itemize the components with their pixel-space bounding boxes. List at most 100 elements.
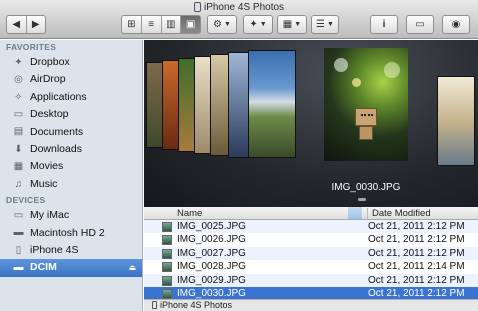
view-mode-control[interactable]: ⊞ ≡ ▥ ▣ <box>121 15 201 34</box>
arrange-grid-icon: ▦ <box>282 19 293 30</box>
bokeh-light <box>334 58 348 72</box>
new-folder-button[interactable]: ▭ <box>406 15 434 34</box>
sidebar-item-label: Downloads <box>30 142 82 155</box>
dropbox-icon: ✦ <box>14 56 23 68</box>
coverflow-view-icon: ▣ <box>185 19 196 30</box>
sidebar-item-macintosh-hd-2[interactable]: ▬ Macintosh HD 2 <box>0 225 142 242</box>
list-view-button[interactable]: ≡ <box>142 16 162 33</box>
table-row[interactable]: IMG_0029.JPG Oct 21, 2011 2:12 PM <box>144 273 478 287</box>
get-info-button[interactable]: i <box>370 15 398 34</box>
file-list: Name Date Modified IMG_0025.JPG Oct 21, 2… <box>144 207 478 311</box>
coverflow-thumbnail[interactable] <box>437 76 475 166</box>
dcim-icon: ▬ <box>13 262 24 274</box>
back-forward-control[interactable]: ◀ ▶ <box>6 15 46 34</box>
chevron-down-icon: ▼ <box>327 21 334 28</box>
sort-indicator[interactable] <box>348 207 362 219</box>
coverflow-scroller[interactable] <box>358 198 366 201</box>
sidebar-item-music[interactable]: ♫ Music <box>0 176 142 193</box>
sidebar-item-label: Music <box>30 177 58 190</box>
table-row[interactable]: IMG_0028.JPG Oct 21, 2011 2:14 PM <box>144 260 478 273</box>
list-view-icon: ≡ <box>148 19 155 30</box>
sidebar-item-dropbox[interactable]: ✦ Dropbox <box>0 54 142 71</box>
icon-view-button[interactable]: ⊞ <box>122 16 142 33</box>
icon-view-icon: ⊞ <box>127 19 136 30</box>
file-rows: IMG_0025.JPG Oct 21, 2011 2:12 PM IMG_0026… <box>144 220 478 301</box>
arrange-menu-button[interactable]: ▦ ▼ <box>277 15 307 34</box>
bokeh-light <box>352 78 361 87</box>
sidebar: FAVORITES ✦ Dropbox ◎ AirDrop ✧ Applications ▭… <box>0 40 143 311</box>
chevron-left-icon: ◀ <box>12 19 21 30</box>
sidebar-item-documents[interactable]: ▤ Documents <box>0 124 142 141</box>
dropbox-menu-button[interactable]: ✦ ▼ <box>243 15 273 34</box>
sidebar-item-airdrop[interactable]: ◎ AirDrop <box>0 71 142 88</box>
movies-icon: ▦ <box>13 161 24 173</box>
sidebar-item-label: Documents <box>30 125 84 138</box>
info-icon: i <box>382 19 386 30</box>
sidebar-item-downloads[interactable]: ⬇ Downloads <box>0 141 142 158</box>
music-icon: ♫ <box>14 178 23 190</box>
window-title: iPhone 4S Photos <box>0 1 478 14</box>
coverflow-thumbnail[interactable] <box>248 50 296 158</box>
file-date-modified: Oct 21, 2011 2:12 PM <box>368 247 465 259</box>
date-modified-column-header[interactable]: Date Modified <box>367 208 431 220</box>
chevron-down-icon: ▼ <box>224 21 231 28</box>
file-date-modified: Oct 21, 2011 2:12 PM <box>368 221 465 232</box>
file-date-modified: Oct 21, 2011 2:14 PM <box>368 261 465 273</box>
name-column-header[interactable]: Name <box>177 208 202 219</box>
action-menu-button[interactable]: ⚙ ▼ <box>207 15 237 34</box>
sidebar-item-label: iPhone 4S <box>30 243 79 256</box>
file-name: IMG_0026.JPG <box>177 234 246 246</box>
sidebar-item-label: Movies <box>30 160 64 173</box>
file-date-modified: Oct 21, 2011 2:12 PM <box>368 234 465 246</box>
sidebar-item-desktop[interactable]: ▭ Desktop <box>0 106 142 123</box>
sidebar-item-dcim[interactable]: ▬ DCIM ⏏ <box>0 259 142 277</box>
file-name: IMG_0027.JPG <box>177 247 246 259</box>
coverflow-view-button[interactable]: ▣ <box>181 16 200 33</box>
chevron-right-icon: ▶ <box>31 19 40 30</box>
iphone-icon <box>193 2 201 12</box>
sidebar-item-iphone-4s[interactable]: ▯ iPhone 4S <box>0 242 142 259</box>
chevron-down-icon: ▼ <box>294 21 302 28</box>
sidebar-item-label: Desktop <box>30 108 69 121</box>
path-bar-label[interactable]: iPhone 4S Photos <box>160 300 232 310</box>
danbo-body <box>359 126 373 140</box>
jpeg-file-icon <box>162 262 172 273</box>
share-list-icon: ☰ <box>316 19 326 30</box>
list-header: Name Date Modified <box>144 207 478 220</box>
jpeg-file-icon <box>162 275 172 286</box>
devices-list: ▭ My iMac ▬ Macintosh HD 2 ▯ iPhone 4S ▬ DCIM ⏏ <box>0 207 142 277</box>
devices-heading: DEVICES <box>6 195 46 206</box>
favorites-list: ✦ Dropbox ◎ AirDrop ✧ Applications ▭ Desktop ▤ Do… <box>0 54 142 193</box>
sidebar-item-label: My iMac <box>30 209 70 222</box>
table-row[interactable]: IMG_0026.JPG Oct 21, 2011 2:12 PM <box>144 233 478 246</box>
airdrop-icon: ◎ <box>14 74 23 86</box>
eject-icon[interactable]: ⏏ <box>128 259 136 276</box>
jpeg-file-icon <box>162 222 172 232</box>
table-row[interactable]: IMG_0025.JPG Oct 21, 2011 2:12 PM <box>144 220 478 234</box>
coverflow-pane[interactable]: IMG_0030.JPG <box>144 40 478 207</box>
window-titlebar: iPhone 4S Photos ◀ ▶ ⊞ ≡ ▥ ▣ ⚙ ▼ ✦ ▼ ▦ ▼ ☰ ▼… <box>0 0 478 39</box>
my-imac-icon: ▭ <box>13 209 24 221</box>
share-menu-button[interactable]: ☰ ▼ <box>311 15 339 34</box>
new-folder-icon: ▭ <box>415 19 425 30</box>
macintosh-hd-2-icon: ▬ <box>13 227 24 239</box>
coverflow-selected-image[interactable] <box>324 48 408 161</box>
gear-icon: ⚙ <box>213 19 223 30</box>
sidebar-item-my-imac[interactable]: ▭ My iMac <box>0 207 142 224</box>
forward-button[interactable]: ▶ <box>27 16 46 33</box>
sidebar-item-label: Dropbox <box>30 56 70 68</box>
favorites-heading: FAVORITES <box>6 42 57 52</box>
table-row[interactable]: IMG_0027.JPG Oct 21, 2011 2:12 PM <box>144 246 478 261</box>
sidebar-item-applications[interactable]: ✧ Applications <box>0 89 142 106</box>
sidebar-item-label: DCIM <box>30 261 57 274</box>
iphone-icon <box>152 301 157 309</box>
bokeh-light <box>384 62 400 78</box>
back-button[interactable]: ◀ <box>7 16 27 33</box>
column-view-button[interactable]: ▥ <box>162 16 182 33</box>
jpeg-file-icon <box>162 288 172 299</box>
file-name: IMG_0029.JPG <box>177 274 246 286</box>
jpeg-file-icon <box>162 235 172 246</box>
quick-look-button[interactable]: ◉ <box>442 15 470 34</box>
sidebar-item-movies[interactable]: ▦ Movies <box>0 158 142 175</box>
applications-icon: ✧ <box>14 91 23 103</box>
